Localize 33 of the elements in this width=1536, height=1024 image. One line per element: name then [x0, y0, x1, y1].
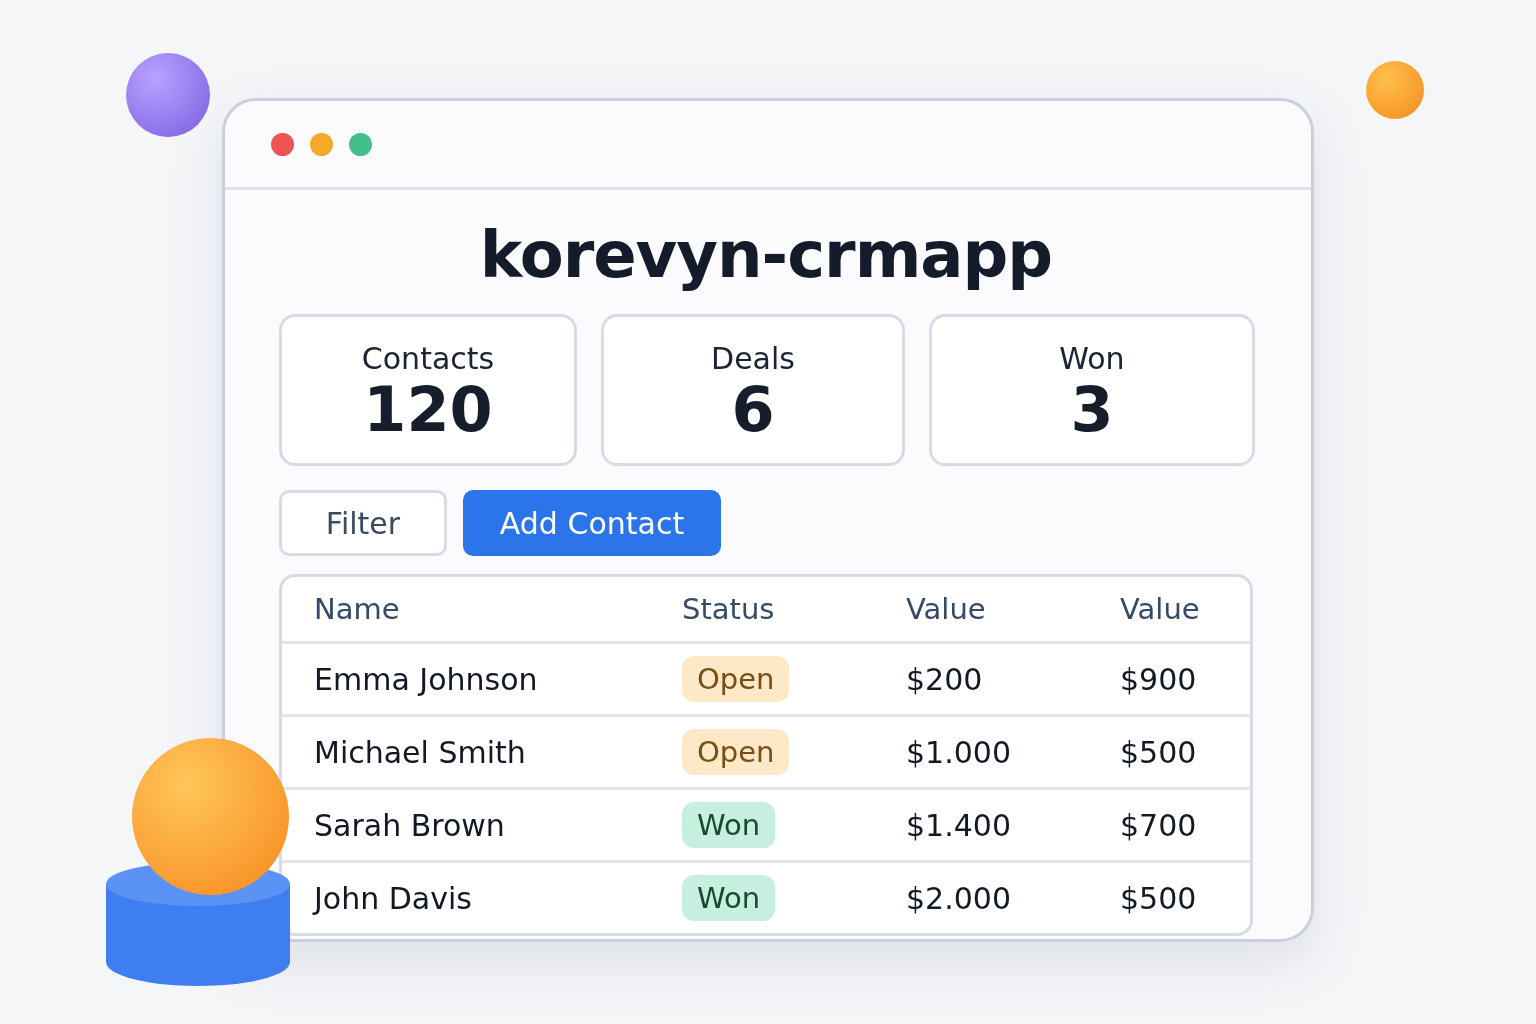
maximize-icon[interactable]: [349, 132, 372, 156]
table-cell-text: $500: [1120, 880, 1198, 916]
table-cell-text: $200: [906, 661, 984, 697]
column-header: Value: [1120, 592, 1201, 626]
stat-value: 120: [363, 376, 493, 445]
table-cell-text: Emma Johnson: [314, 661, 539, 697]
app-title: korevyn-crmapp: [479, 218, 1053, 292]
stat-value: 6: [731, 376, 775, 445]
stat-label: Contacts: [361, 341, 495, 376]
stat-label: Won: [1059, 341, 1125, 376]
table-cell-text: Michael Smith: [314, 734, 527, 770]
column-header: Name: [314, 592, 401, 626]
table-cell-text: John Davis: [314, 880, 473, 916]
stat-value: 3: [1070, 376, 1114, 445]
table-cell-text: $500: [1120, 734, 1198, 770]
table-cell-text: $1.400: [906, 807, 1012, 843]
table-cell-text: $700: [1120, 807, 1198, 843]
column-header: Value: [906, 592, 987, 626]
status-tag: Won: [682, 802, 776, 848]
table-cell-text: Sarah Brown: [314, 807, 506, 843]
sphere-drawing: [1366, 61, 1424, 119]
filter-button[interactable]: Filter: [279, 490, 447, 556]
minimize-icon[interactable]: [310, 132, 333, 156]
add-contact-button[interactable]: Add Contact: [463, 490, 721, 556]
status-tag: Open: [682, 729, 790, 775]
status-tag: Won: [682, 875, 776, 921]
close-icon[interactable]: [271, 132, 294, 156]
stat-label: Deals: [711, 341, 795, 376]
status-tag: Open: [682, 656, 790, 702]
table-cell-text: $2.000: [906, 880, 1012, 916]
table-cell-text: $900: [1120, 661, 1198, 697]
column-header: Status: [682, 592, 776, 626]
table-cell-text: $1.000: [906, 734, 1012, 770]
